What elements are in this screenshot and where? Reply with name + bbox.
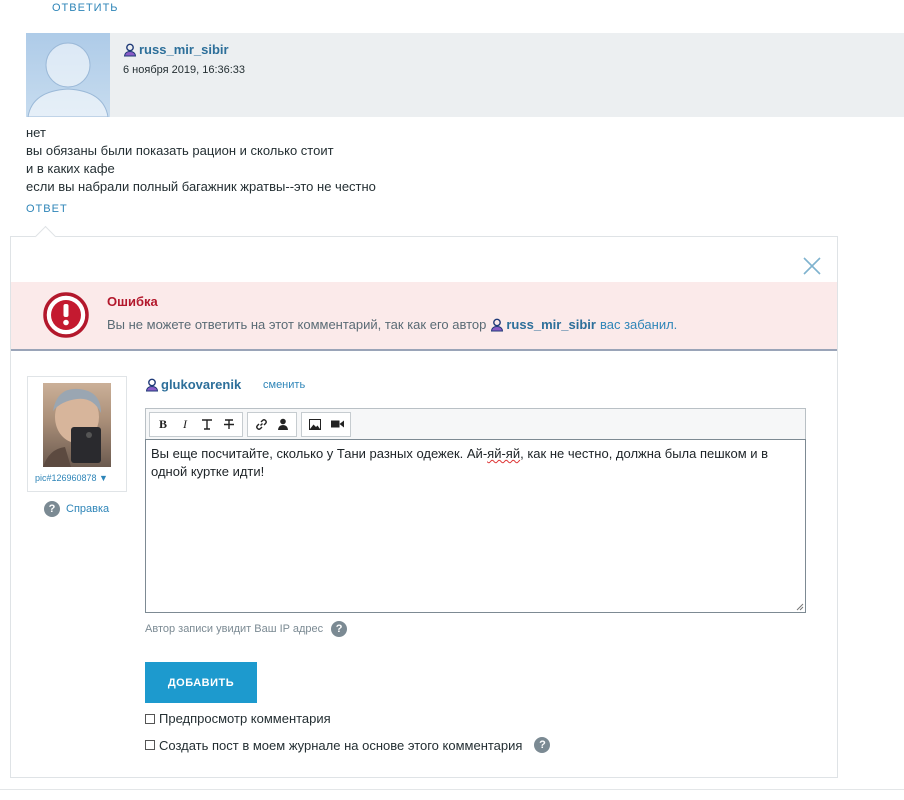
image-icon[interactable] xyxy=(304,413,326,435)
error-message: Вы не можете ответить на этот комментари… xyxy=(107,317,677,332)
video-icon[interactable] xyxy=(326,413,348,435)
format-group: B I xyxy=(149,411,243,437)
resize-handle[interactable] xyxy=(796,603,804,611)
create-post-label[interactable]: Создать пост в моем журнале на основе эт… xyxy=(159,738,522,753)
preview-option[interactable]: Предпросмотр комментария xyxy=(145,711,331,726)
divider xyxy=(0,789,904,790)
error-banner: Ошибка Вы не можете ответить на этот ком… xyxy=(11,282,837,351)
user-icon xyxy=(491,318,504,331)
comment-date: 6 ноября 2019, 16:36:33 xyxy=(123,64,246,76)
link-icon[interactable] xyxy=(250,413,272,435)
comment-body: нет вы обязаны были показать рацион и ск… xyxy=(26,124,726,196)
default-avatar xyxy=(26,33,110,117)
comment-author[interactable]: russ_mir_sibir xyxy=(123,42,229,57)
submit-button[interactable]: ДОБАВИТЬ xyxy=(145,662,257,703)
question-icon: ? xyxy=(44,501,60,517)
media-group xyxy=(301,411,351,437)
error-icon xyxy=(43,292,89,338)
error-title: Ошибка xyxy=(107,294,158,309)
error-author[interactable]: russ_mir_sibir xyxy=(490,317,596,332)
parent-reply-link[interactable]: ОТВЕТИТЬ xyxy=(52,2,119,14)
question-icon[interactable]: ? xyxy=(534,737,551,753)
create-post-checkbox[interactable] xyxy=(145,740,155,750)
text-style-icon[interactable] xyxy=(196,413,218,435)
italic-icon[interactable]: I xyxy=(174,413,196,435)
error-tail: вас забанил. xyxy=(599,317,678,332)
user-icon xyxy=(145,378,159,391)
editor-toolbar: B I xyxy=(145,408,806,439)
preview-checkbox[interactable] xyxy=(145,713,155,724)
bold-icon[interactable]: B xyxy=(152,413,174,435)
preview-label[interactable]: Предпросмотр комментария xyxy=(159,711,331,726)
error-author-name[interactable]: russ_mir_sibir xyxy=(506,317,596,332)
userpic-selector[interactable]: pic#126960878 ▼ xyxy=(27,376,127,492)
comment-line: и в каких кафе xyxy=(26,161,115,176)
close-icon[interactable] xyxy=(801,255,823,277)
comment-header: russ_mir_sibir 6 ноября 2019, 16:36:33 xyxy=(26,33,904,117)
error-message-text: Вы не можете ответить на этот комментари… xyxy=(107,317,487,332)
current-user[interactable]: glukovarenik xyxy=(145,377,241,392)
ip-note-text: Автор записи увидит Ваш IP адрес xyxy=(145,623,324,635)
comment-line: вы обязаны были показать рацион и скольк… xyxy=(26,143,334,158)
user-icon xyxy=(123,43,137,56)
reply-pointer xyxy=(34,225,57,248)
ip-note: Автор записи увидит Ваш IP адрес ? xyxy=(145,621,348,637)
userpic-dropdown[interactable]: pic#126960878 ▼ xyxy=(35,473,108,483)
reply-form: Ошибка Вы не можете ответить на этот ком… xyxy=(10,225,838,778)
help-link[interactable]: ? Справка xyxy=(44,501,109,517)
reply-link[interactable]: ОТВЕТ xyxy=(26,203,68,215)
help-label[interactable]: Справка xyxy=(66,503,109,515)
create-post-option[interactable]: Создать пост в моем журнале на основе эт… xyxy=(145,737,551,753)
change-user-link[interactable]: сменить xyxy=(263,379,305,391)
current-user-name[interactable]: glukovarenik xyxy=(161,377,241,392)
question-icon[interactable]: ? xyxy=(331,621,348,637)
strikethrough-icon[interactable] xyxy=(218,413,240,435)
userpic-image xyxy=(43,383,111,467)
editor-misspelled-word: яй-яй xyxy=(487,446,521,461)
comment-editor[interactable]: Вы еще посчитайте, сколько у Тани разных… xyxy=(145,439,806,613)
comment-line: нет xyxy=(26,125,46,140)
user-tag-icon[interactable] xyxy=(272,413,294,435)
editor-text: Вы еще посчитайте, сколько у Тани разных… xyxy=(151,446,488,461)
insert-group xyxy=(247,411,297,437)
comment-author-name[interactable]: russ_mir_sibir xyxy=(139,42,229,57)
comment-line: если вы набрали полный багажник жратвы--… xyxy=(26,179,376,194)
